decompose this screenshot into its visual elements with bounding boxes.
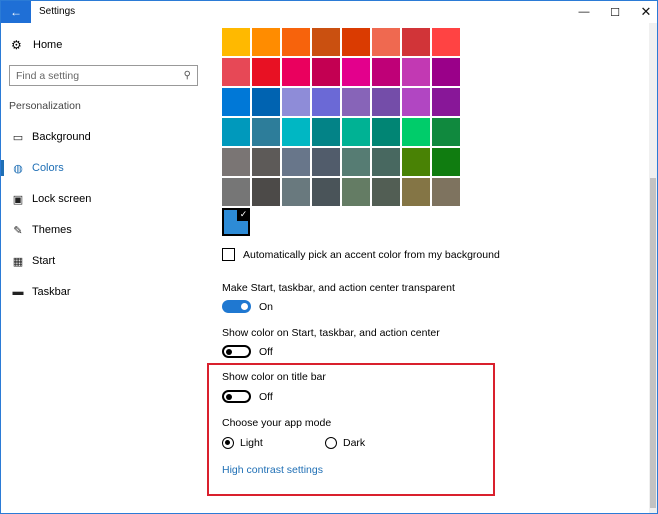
color-swatch[interactable] [312, 148, 340, 176]
taskbar-icon: ▬ [11, 285, 25, 299]
show-color-start-toggle[interactable] [222, 345, 251, 358]
color-swatch[interactable] [312, 178, 340, 206]
color-swatch[interactable] [252, 58, 280, 86]
transparent-label: Make Start, taskbar, and action center t… [222, 282, 455, 294]
color-swatch[interactable] [282, 58, 310, 86]
color-swatch[interactable] [372, 148, 400, 176]
maximize-button[interactable]: ☐ [598, 1, 632, 23]
color-swatch[interactable] [372, 28, 400, 56]
color-swatch[interactable] [342, 28, 370, 56]
transparent-toggle[interactable] [222, 300, 251, 313]
settings-window: ← Settings — ☐ ✕ ⚙ Home ⚲ Personalizatio… [0, 0, 658, 514]
color-swatch[interactable] [372, 58, 400, 86]
color-swatch[interactable] [222, 58, 250, 86]
auto-accent-checkbox[interactable] [222, 248, 235, 261]
color-swatch[interactable] [252, 178, 280, 206]
show-color-start-label: Show color on Start, taskbar, and action… [222, 327, 440, 339]
color-swatch[interactable] [252, 148, 280, 176]
color-swatch[interactable] [432, 178, 460, 206]
sidebar-item-start[interactable]: ▦ Start [1, 250, 206, 272]
color-swatch[interactable] [432, 148, 460, 176]
color-swatch[interactable] [372, 88, 400, 116]
color-swatch[interactable] [312, 58, 340, 86]
color-swatch[interactable] [432, 28, 460, 56]
search-icon[interactable]: ⚲ [184, 70, 191, 81]
window-title: Settings [39, 6, 75, 17]
back-button[interactable]: ← [1, 1, 31, 23]
color-swatch[interactable] [432, 58, 460, 86]
color-swatch[interactable] [222, 28, 250, 56]
color-swatch[interactable] [402, 178, 430, 206]
color-swatch[interactable] [342, 88, 370, 116]
color-swatch[interactable] [342, 148, 370, 176]
sidebar-item-label: Themes [32, 224, 72, 236]
sidebar-item-taskbar[interactable]: ▬ Taskbar [1, 281, 206, 303]
sidebar-item-label: Start [32, 255, 55, 267]
color-swatch[interactable] [282, 178, 310, 206]
back-arrow-icon: ← [10, 5, 22, 19]
color-swatch[interactable] [402, 28, 430, 56]
color-swatch[interactable] [312, 88, 340, 116]
auto-accent-option[interactable]: Automatically pick an accent color from … [222, 248, 500, 261]
show-color-start-state: Off [259, 346, 273, 358]
color-swatch[interactable] [282, 28, 310, 56]
color-swatch[interactable] [312, 118, 340, 146]
sidebar-item-lock-screen[interactable]: ▣ Lock screen [1, 188, 206, 210]
sidebar-item-colors[interactable]: ◍ Colors [1, 157, 206, 179]
transparent-state: On [259, 301, 273, 313]
color-swatch[interactable] [252, 88, 280, 116]
sidebar: ⚙ Home ⚲ Personalization ▭ Background ◍ … [1, 23, 206, 513]
close-button[interactable]: ✕ [629, 1, 658, 23]
color-swatch[interactable] [432, 118, 460, 146]
color-swatch[interactable] [222, 88, 250, 116]
sidebar-item-label: Taskbar [32, 286, 71, 298]
selected-accent-swatch[interactable]: ✓ [222, 208, 250, 236]
picture-icon: ▭ [11, 130, 25, 144]
color-swatch[interactable] [372, 118, 400, 146]
annotation-highlight-box [207, 363, 495, 496]
start-icon: ▦ [11, 254, 25, 268]
checkmark-icon: ✓ [237, 208, 250, 221]
sidebar-item-label: Background [32, 131, 91, 143]
color-swatch[interactable] [402, 58, 430, 86]
section-label: Personalization [9, 100, 81, 112]
auto-accent-label: Automatically pick an accent color from … [243, 249, 500, 261]
home-label: Home [33, 39, 62, 51]
themes-icon: ✎ [11, 223, 25, 237]
color-swatch[interactable] [432, 88, 460, 116]
palette-icon: ◍ [11, 161, 25, 175]
color-swatch[interactable] [402, 88, 430, 116]
color-swatch[interactable] [312, 28, 340, 56]
sidebar-item-label: Colors [32, 162, 64, 174]
search-box[interactable]: ⚲ [9, 65, 198, 86]
transparent-toggle-row: On [222, 300, 273, 313]
color-swatch[interactable] [222, 148, 250, 176]
sidebar-item-themes[interactable]: ✎ Themes [1, 219, 206, 241]
color-swatch[interactable] [342, 178, 370, 206]
color-swatch[interactable] [282, 118, 310, 146]
scroll-thumb[interactable] [650, 178, 656, 508]
color-swatch[interactable] [342, 58, 370, 86]
color-swatch[interactable] [252, 28, 280, 56]
home-link[interactable]: ⚙ Home [11, 38, 62, 52]
lock-screen-icon: ▣ [11, 192, 25, 206]
color-swatch[interactable] [222, 118, 250, 146]
sidebar-item-label: Lock screen [32, 193, 91, 205]
color-swatch[interactable] [222, 178, 250, 206]
gear-icon: ⚙ [11, 38, 27, 52]
color-swatch[interactable] [282, 148, 310, 176]
color-swatch[interactable] [342, 118, 370, 146]
search-input[interactable] [16, 70, 184, 82]
minimize-button[interactable]: — [567, 1, 601, 23]
sidebar-item-background[interactable]: ▭ Background [1, 126, 206, 148]
color-swatch[interactable] [282, 88, 310, 116]
show-color-start-toggle-row: Off [222, 345, 273, 358]
color-swatch[interactable] [372, 178, 400, 206]
scrollbar[interactable] [649, 23, 657, 513]
accent-color-grid [222, 28, 460, 206]
color-swatch[interactable] [252, 118, 280, 146]
color-swatch[interactable] [402, 148, 430, 176]
title-bar: ← Settings — ☐ ✕ [1, 1, 657, 23]
color-swatch[interactable] [402, 118, 430, 146]
